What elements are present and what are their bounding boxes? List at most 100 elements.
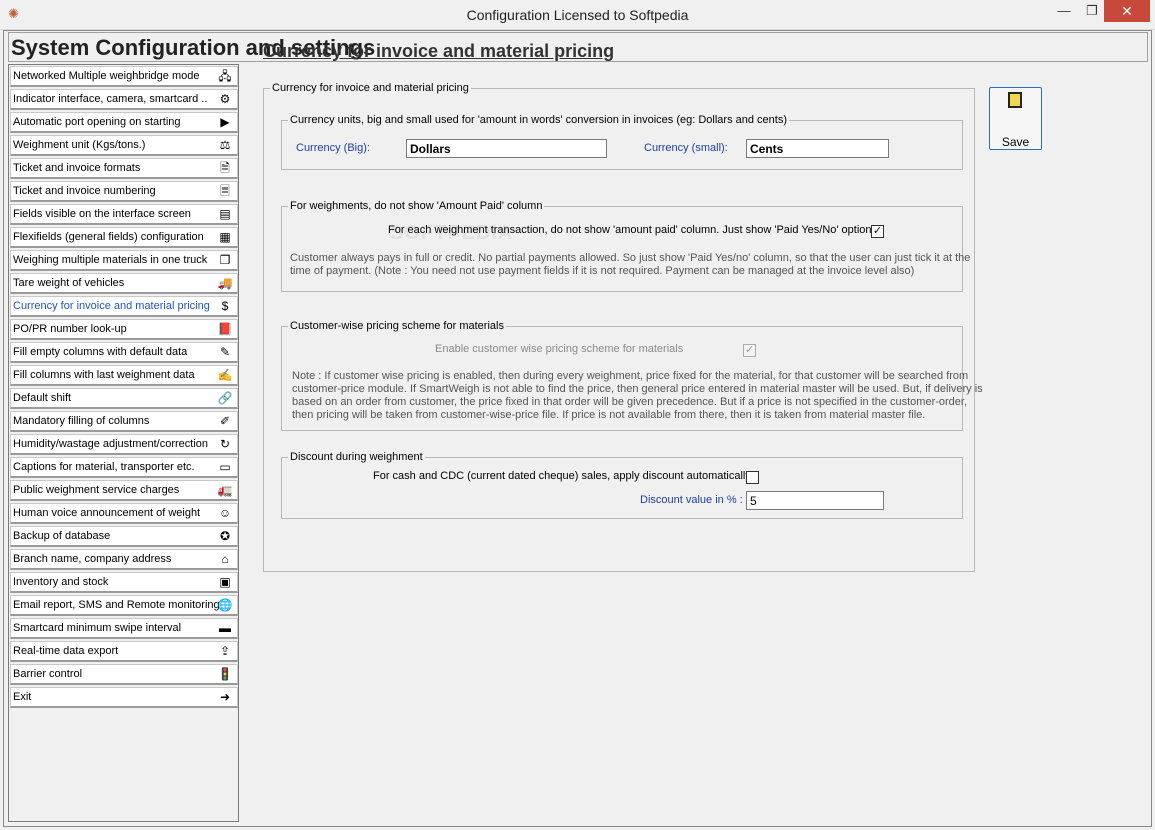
sidebar-item-label: Exit [13, 691, 32, 703]
sidebar-item-label: Smartcard minimum swipe interval [13, 622, 182, 634]
sidebar-item-label: Humidity/wastage adjustment/correction [13, 438, 209, 450]
inventory-icon: ▣ [219, 575, 231, 589]
window-title: Configuration Licensed to Softpedia [466, 7, 689, 23]
copy-icon: ❐ [219, 253, 231, 267]
sidebar-item-label: Indicator interface, camera, smartcard .… [13, 93, 208, 105]
pricing-checkbox[interactable]: ✓ [743, 344, 756, 357]
save-button[interactable]: Save [989, 87, 1042, 150]
sidebar-item[interactable]: Currency for invoice and material pricin… [10, 296, 238, 317]
sidebar-item[interactable]: Email report, SMS and Remote monitoring 🌐 [10, 595, 238, 616]
scale-icon: ⚖ [219, 138, 231, 152]
sidebar-item[interactable]: Branch name, company address ⌂ [10, 549, 238, 570]
sidebar-item-label: Flexifields (general fields) configurati… [13, 231, 204, 243]
save-button-label: Save [1001, 135, 1030, 149]
pen-icon: ✐ [219, 414, 231, 428]
sidebar-item[interactable]: Exit ➜ [10, 687, 238, 708]
sidebar-item-label: Tare weight of vehicles [13, 277, 125, 289]
sidebar-item[interactable]: Mandatory filling of columns ✐ [10, 411, 238, 432]
truck-icon: 🚚 [217, 276, 233, 290]
sidebar-item-label: Ticket and invoice numbering [13, 185, 156, 197]
currency-big-label: Currency (Big): [296, 142, 370, 154]
fill-icon: ✍ [217, 368, 233, 382]
sidebar: Networked Multiple weighbridge mode 🖧 Indi… [8, 64, 239, 822]
sidebar-item-label: Public weighment service charges [13, 484, 180, 496]
sidebar-item[interactable]: Backup of database ✪ [10, 526, 238, 547]
dollar-icon: $ [221, 299, 229, 313]
sidebar-item[interactable]: Barrier control 🚦 [10, 664, 238, 685]
sidebar-item-label: Networked Multiple weighbridge mode [13, 70, 200, 82]
discount-value-input[interactable]: 5 [746, 491, 884, 510]
discount-checkbox[interactable] [746, 471, 759, 484]
pricing-note-line1: Note : If customer wise pricing is enabl… [292, 370, 969, 382]
sidebar-item-label: Default shift [13, 392, 72, 404]
sidebar-item[interactable]: Default shift 🔗 [10, 388, 238, 409]
pricing-checkbox-label: Enable customer wise pricing scheme for … [435, 343, 684, 355]
document-icon: 🗎 [220, 161, 230, 175]
sidebar-item[interactable]: Networked Multiple weighbridge mode 🖧 [10, 66, 238, 87]
sidebar-item[interactable]: Weighing multiple materials in one truck… [10, 250, 238, 271]
sidebar-item-label: Weighment unit (Kgs/tons.) [13, 139, 146, 151]
sidebar-item-label: Currency for invoice and material pricin… [13, 300, 210, 312]
pricing-note-line3: based on an order from customer, the pri… [292, 396, 968, 408]
currency-small-label: Currency (small): [644, 142, 728, 154]
sidebar-item-label: Weighing multiple materials in one truck [13, 254, 208, 266]
sidebar-item[interactable]: Ticket and invoice formats 🗎 [10, 158, 238, 179]
sidebar-item[interactable]: Fill empty columns with default data ✎ [10, 342, 238, 363]
sidebar-item-label: Fill empty columns with default data [13, 346, 188, 358]
amount-paid-checkbox-label: For each weighment transaction, do not s… [388, 224, 872, 236]
sidebar-item-label: Human voice announcement of weight [13, 507, 201, 519]
maximize-button[interactable]: ❐ [1078, 0, 1106, 22]
discount-checkbox-label: For cash and CDC (current dated cheque) … [373, 470, 751, 482]
sidebar-item[interactable]: Automatic port opening on starting ▶ [10, 112, 238, 133]
caption-icon: ▭ [219, 460, 231, 474]
pricing-note-line2: customer-price module. If SmartWeigh is … [292, 383, 983, 395]
discount-group-legend: Discount during weighment [290, 451, 423, 463]
sidebar-item[interactable]: Inventory and stock ▣ [10, 572, 238, 593]
sidebar-item[interactable]: Weighment unit (Kgs/tons.) ⚖ [10, 135, 238, 156]
sidebar-item[interactable]: PO/PR number look-up 📕 [10, 319, 238, 340]
sidebar-item[interactable]: Flexifields (general fields) configurati… [10, 227, 238, 248]
sidebar-item[interactable]: Indicator interface, camera, smartcard .… [10, 89, 238, 110]
save-icon [1008, 92, 1022, 108]
sidebar-item[interactable]: Humidity/wastage adjustment/correction ↻ [10, 434, 238, 455]
document-list-icon: 🗏 [220, 184, 230, 198]
sidebar-item-label: Ticket and invoice formats [13, 162, 141, 174]
pricing-group-legend: Customer-wise pricing scheme for materia… [290, 320, 504, 332]
sidebar-item[interactable]: Fields visible on the interface screen ▤ [10, 204, 238, 225]
window-titlebar: ✺ Configuration Licensed to Softpedia — … [0, 0, 1155, 30]
sidebar-item-label: Captions for material, transporter etc. [13, 461, 195, 473]
network-icon: 🖧 [218, 69, 232, 83]
currency-group-legend: Currency units, big and small used for '… [290, 114, 787, 126]
sidebar-item[interactable]: Captions for material, transporter etc. ▭ [10, 457, 238, 478]
person-icon: ☺ [218, 506, 232, 520]
sidebar-item-label: Automatic port opening on starting [13, 116, 181, 128]
sidebar-item-label: Inventory and stock [13, 576, 109, 588]
currency-small-input[interactable]: Cents [746, 139, 889, 158]
sidebar-item-label: Branch name, company address [13, 553, 172, 565]
sidebar-item-label: Barrier control [13, 668, 83, 680]
edit-icon: ✎ [219, 345, 231, 359]
gear-icon: ⚙ [219, 92, 231, 106]
sidebar-item[interactable]: Public weighment service charges 🚛 [10, 480, 238, 501]
section-title: Currency for invoice and material pricin… [263, 41, 615, 61]
sidebar-item[interactable]: Ticket and invoice numbering 🗏 [10, 181, 238, 202]
currency-big-input[interactable]: Dollars [406, 139, 607, 158]
sidebar-item[interactable]: Human voice announcement of weight ☺ [10, 503, 238, 524]
amount-paid-checkbox[interactable]: ✓ [871, 225, 884, 238]
sidebar-item[interactable]: Tare weight of vehicles 🚚 [10, 273, 238, 294]
close-button[interactable]: ✕ [1104, 0, 1150, 22]
book-icon: 📕 [217, 322, 233, 336]
minimize-button[interactable]: — [1050, 0, 1078, 22]
table-icon: ▦ [219, 230, 231, 244]
globe-icon: 🌐 [217, 598, 233, 612]
amount-paid-group-legend: For weighments, do not show 'Amount Paid… [290, 200, 543, 212]
sidebar-item[interactable]: Fill columns with last weighment data ✍ [10, 365, 238, 386]
outer-group-legend: Currency for invoice and material pricin… [272, 82, 469, 94]
sidebar-item[interactable]: Real-time data export ⇪ [10, 641, 238, 662]
amount-paid-note-line2: time of payment. (Note : You need not us… [290, 265, 915, 277]
backup-icon: ✪ [219, 529, 231, 543]
exit-icon: ➜ [219, 690, 231, 704]
building-icon: ⌂ [221, 552, 229, 566]
discount-value-label: Discount value in % : [640, 494, 743, 506]
sidebar-item[interactable]: Smartcard minimum swipe interval ▬ [10, 618, 238, 639]
